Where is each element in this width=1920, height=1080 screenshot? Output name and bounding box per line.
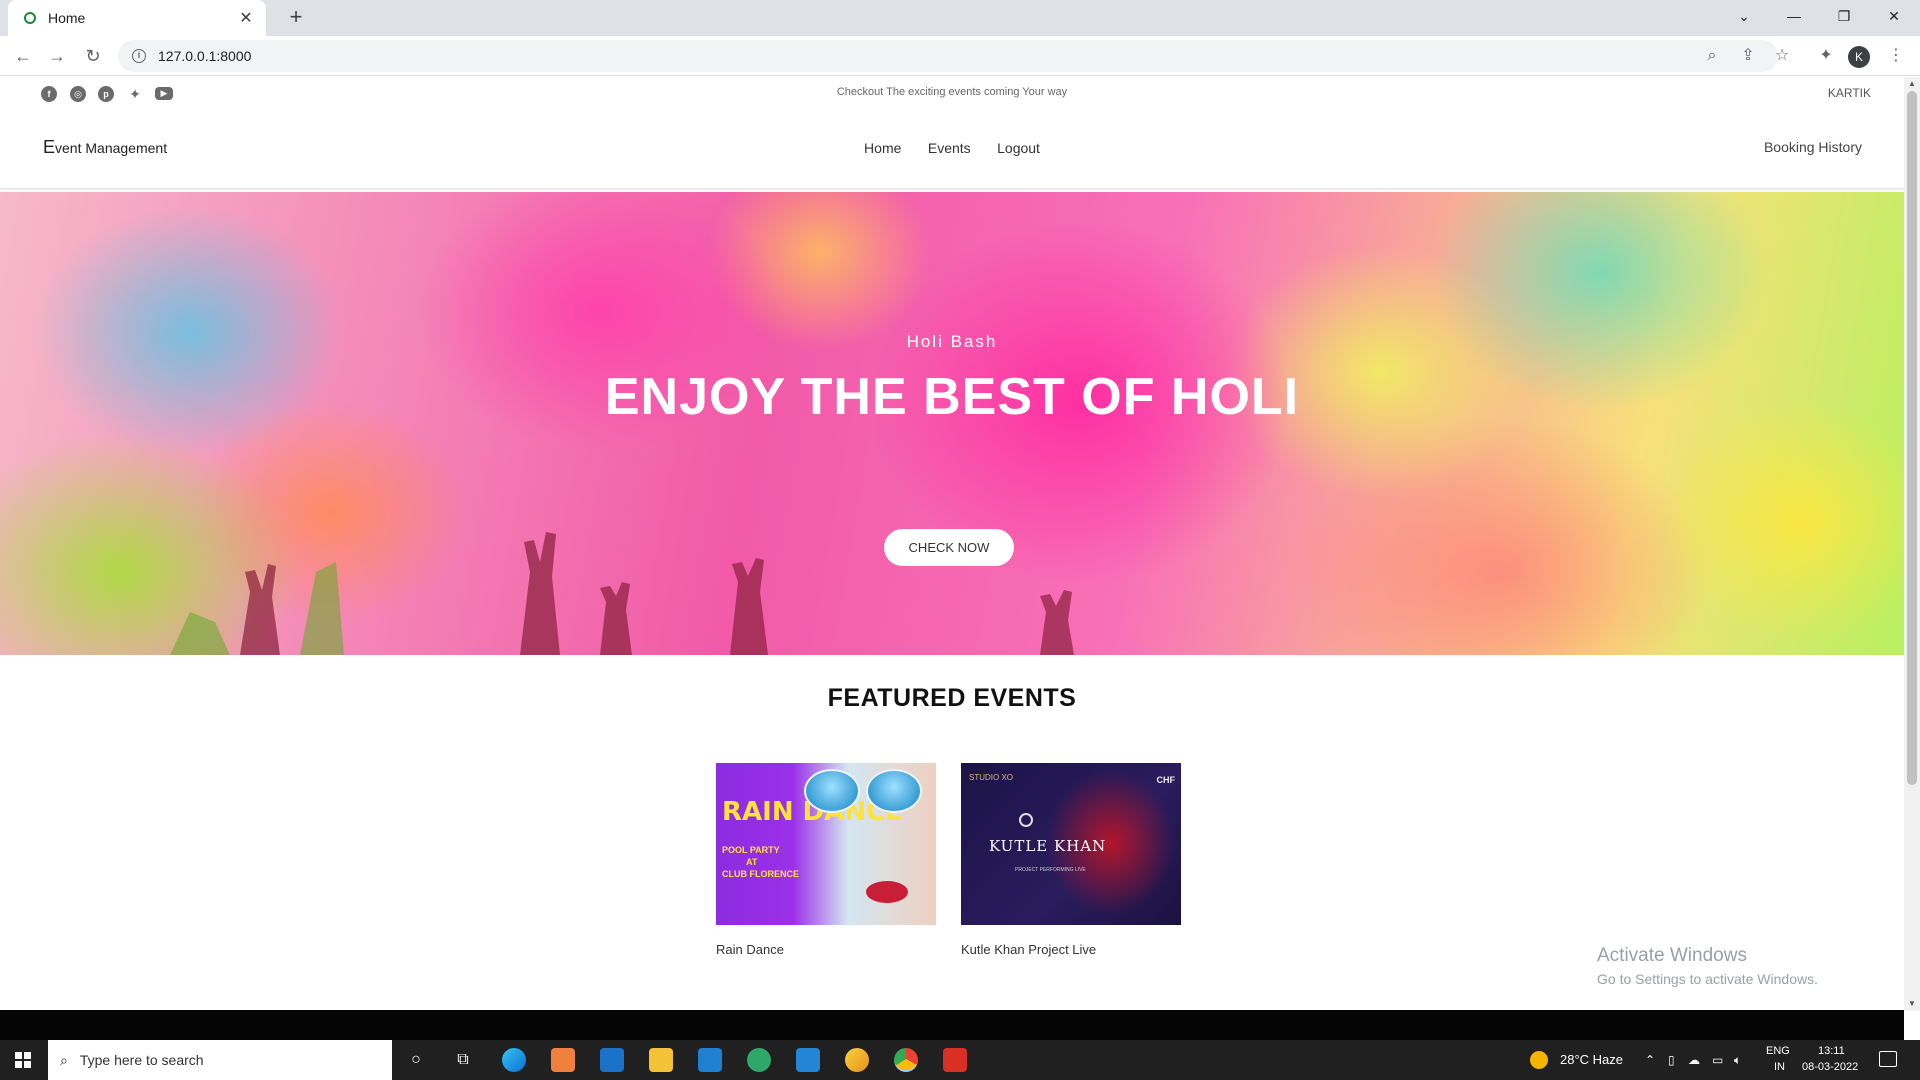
tagline: Checkout The exciting events coming Your… [836, 86, 1068, 98]
weather-icon[interactable] [1530, 1051, 1548, 1069]
page-viewport: f ◎ p ✦ ▶ Checkout The exciting events c… [0, 77, 1904, 1011]
activate-windows-watermark: Activate Windows Go to Settings to activ… [1597, 945, 1818, 987]
top-strip: f ◎ p ✦ ▶ Checkout The exciting events c… [0, 77, 1904, 109]
sunglass-lens [866, 769, 922, 813]
site-info-icon[interactable]: i [132, 49, 146, 63]
event-name[interactable]: Kutle Khan Project Live [961, 942, 1181, 957]
hero-subtitle: Holi Bash [906, 332, 998, 351]
windows-taskbar: ⌕ Type here to search ○ ⧉ 28°C Haze ⌃ ▯ … [0, 1040, 1920, 1080]
poster-line: AT [746, 857, 758, 867]
scroll-down-icon[interactable]: ▼ [1904, 997, 1920, 1011]
watermark-line1: Activate Windows [1597, 945, 1747, 966]
restore-icon[interactable]: ❐ [1822, 0, 1866, 32]
search-placeholder[interactable]: Type here to search [80, 1052, 204, 1068]
minimize-icon[interactable]: — [1772, 0, 1816, 32]
close-window-icon[interactable]: ✕ [1872, 0, 1916, 32]
browser-menu-icon[interactable]: ⋮ [1884, 44, 1908, 68]
sunglass-lens [804, 769, 860, 813]
network-icon[interactable]: ▭ [1712, 1040, 1723, 1080]
rain-dance-poster[interactable]: RAIN DANCE POOL PARTY AT CLUB FLORENCE [716, 763, 936, 925]
address-bar[interactable]: i 127.0.0.1:8000 [118, 40, 1778, 72]
search-icon: ⌕ [60, 1051, 68, 1068]
new-tab-icon[interactable]: + [284, 6, 308, 30]
start-button[interactable] [0, 1040, 46, 1080]
chrome-icon[interactable] [894, 1048, 918, 1072]
nav-logout[interactable]: Logout [997, 140, 1040, 156]
scroll-up-icon[interactable]: ▲ [1904, 77, 1920, 91]
volume-icon[interactable]: 🔈︎ [1734, 1040, 1741, 1080]
vscode-icon[interactable] [796, 1048, 820, 1072]
app-icon[interactable] [747, 1048, 771, 1072]
clock-date[interactable]: 08-03-2022 [1802, 1061, 1858, 1073]
poster-tag: CHF [1156, 775, 1176, 785]
lips-graphic [866, 881, 908, 903]
back-icon[interactable]: ← [10, 44, 36, 68]
file-explorer-icon[interactable] [649, 1048, 673, 1072]
poster-line: CLUB FLORENCE [722, 869, 799, 879]
nav-home[interactable]: Home [864, 140, 901, 156]
poster-headline: KUTLE KHAN [989, 837, 1107, 855]
clock-time[interactable]: 13:11 [1818, 1045, 1845, 1057]
username[interactable]: KARTIK [1828, 86, 1871, 100]
check-now-button[interactable]: CHECK NOW [884, 529, 1014, 566]
weather-text[interactable]: 28°C Haze [1560, 1040, 1623, 1080]
mail-icon[interactable] [698, 1048, 722, 1072]
poster-emblem-icon [1019, 813, 1033, 827]
share-icon[interactable]: ⇪ [1736, 44, 1760, 68]
edge-icon[interactable] [502, 1048, 526, 1072]
poster-line: POOL PARTY [722, 845, 780, 855]
event-card-rain-dance[interactable]: RAIN DANCE POOL PARTY AT CLUB FLORENCE R… [716, 763, 936, 957]
main-menu: Home Events Logout [0, 140, 1904, 158]
page-footer [0, 1010, 1904, 1040]
browser-tab[interactable]: Home ✕ [8, 0, 266, 36]
close-tab-icon[interactable]: ✕ [236, 8, 256, 28]
tab-title: Home [48, 10, 86, 26]
xampp-icon[interactable] [551, 1048, 575, 1072]
tray-app-icon[interactable]: ☁ [1688, 1040, 1700, 1080]
kutle-khan-poster[interactable]: STUDIO XO CHF KUTLE KHAN PROJECT PERFORM… [961, 763, 1181, 925]
page-scrollbar[interactable]: ▲ ▼ [1904, 77, 1920, 1011]
extensions-icon[interactable]: ✦ [1814, 44, 1838, 68]
tray-overflow-icon[interactable]: ⌃ [1645, 1040, 1655, 1080]
page-favicon-icon [24, 12, 36, 24]
app-icon[interactable] [845, 1048, 869, 1072]
wps-office-icon[interactable] [943, 1048, 967, 1072]
taskbar-search[interactable]: ⌕ Type here to search [48, 1040, 392, 1080]
url-text[interactable]: 127.0.0.1:8000 [158, 48, 251, 64]
cortana-icon[interactable]: ○ [404, 1048, 428, 1072]
reload-icon[interactable]: ↻ [80, 44, 106, 68]
store-icon[interactable] [600, 1048, 624, 1072]
event-card-kutle-khan[interactable]: STUDIO XO CHF KUTLE KHAN PROJECT PERFORM… [961, 763, 1181, 957]
hero-banner: Holi Bash ENJOY THE BEST OF HOLI CHECK N… [0, 192, 1904, 655]
watermark-line2: Go to Settings to activate Windows. [1597, 971, 1818, 987]
poster-logo: STUDIO XO [969, 773, 1014, 782]
bookmark-star-icon[interactable]: ☆ [1770, 44, 1794, 68]
scroll-thumb[interactable] [1907, 91, 1917, 785]
browser-tab-strip: Home ✕ + ⌄ — ❐ ✕ [0, 0, 1920, 36]
profile-avatar[interactable]: K [1848, 46, 1870, 68]
hero-title: ENJOY THE BEST OF HOLI [604, 368, 1300, 426]
site-navbar: Event Management Home Events Logout Book… [0, 109, 1904, 189]
event-name[interactable]: Rain Dance [716, 942, 936, 957]
region-code[interactable]: IN [1774, 1061, 1785, 1073]
language-code[interactable]: ENG [1766, 1045, 1790, 1057]
task-view-icon[interactable]: ⧉ [451, 1048, 475, 1072]
poster-subline: PROJECT PERFORMING LIVE [1015, 867, 1086, 873]
tab-search-icon[interactable]: ⌄ [1722, 0, 1766, 32]
forward-icon[interactable]: → [44, 44, 70, 68]
tray-app-icon[interactable]: ▯ [1668, 1040, 1675, 1080]
booking-history-link[interactable]: Booking History [1764, 139, 1862, 155]
zoom-icon[interactable]: ⌕ [1700, 44, 1724, 68]
windows-logo-icon [15, 1052, 31, 1068]
address-bar-row: ← → ↻ i 127.0.0.1:8000 ⌕ ⇪ ☆ ✦ K ⋮ [0, 36, 1920, 76]
notification-icon[interactable] [1879, 1051, 1897, 1067]
featured-events-title: FEATURED EVENTS [827, 684, 1077, 712]
nav-events[interactable]: Events [928, 140, 971, 156]
